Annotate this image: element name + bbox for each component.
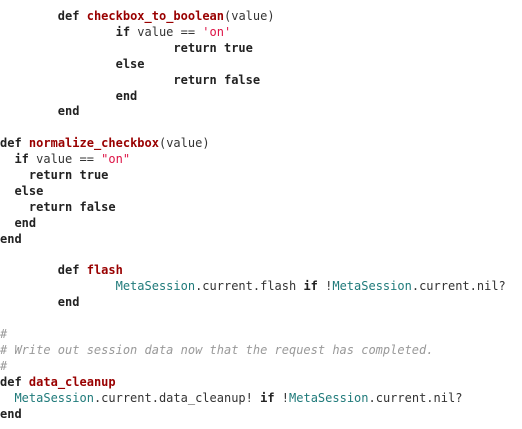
code-token-function-name: checkbox_to_boolean: [86, 9, 224, 23]
code-token-keyword: if: [303, 279, 318, 294]
code-token-identifier: [0, 295, 58, 309]
code-token-identifier: [0, 89, 116, 103]
code-token-identifier: [0, 73, 173, 87]
code-token-identifier: [0, 9, 58, 23]
code-token-keyword: if: [260, 390, 275, 405]
code-token-keyword: return: [173, 40, 217, 55]
code-token-identifier: (value): [224, 9, 275, 23]
code-token-identifier: !: [274, 390, 290, 405]
code-token-identifier: [0, 184, 14, 198]
code-token-identifier: .current.data_cleanup!: [93, 390, 261, 405]
code-token-identifier: [0, 263, 58, 277]
code-token-identifier: !: [317, 279, 333, 294]
code-token-keyword: if: [115, 24, 131, 39]
code-line: def data_cleanup: [0, 374, 116, 390]
code-token-function-name: data_cleanup: [28, 374, 116, 389]
code-token-identifier: [0, 391, 14, 405]
code-token-identifier: [0, 200, 29, 214]
code-line: end: [0, 231, 22, 247]
code-token-keyword: end: [14, 215, 37, 230]
code-token-identifier: .current.nil?: [411, 279, 506, 294]
code-token-keyword: end: [115, 88, 138, 103]
code-line: def flash: [0, 262, 123, 278]
code-line: return true: [0, 40, 253, 56]
code-token-keyword: return: [28, 168, 73, 182]
code-line: #: [0, 326, 7, 342]
code-token-identifier: [72, 168, 79, 182]
code-token-identifier: [0, 25, 116, 39]
code-token-keyword: true: [79, 168, 109, 182]
code-token-identifier: value ==: [130, 24, 203, 39]
code-token-identifier: [217, 73, 224, 87]
code-token-function-name: normalize_checkbox: [28, 136, 159, 151]
code-line: # Write out session data now that the re…: [0, 342, 433, 358]
code-view: def checkbox_to_boolean(value) if value …: [0, 0, 522, 429]
code-token-identifier: .current.nil?: [368, 390, 463, 405]
code-token-identifier: [0, 279, 116, 293]
code-line: if value == 'on': [0, 24, 232, 40]
code-line: else: [0, 56, 145, 72]
code-token-keyword: end: [57, 104, 80, 119]
code-token-identifier: [0, 104, 58, 118]
code-token-identifier: [217, 41, 224, 55]
code-token-keyword: end: [0, 231, 22, 246]
code-token-keyword: if: [14, 152, 29, 167]
code-line: end: [0, 103, 80, 119]
code-token-keyword: def: [57, 9, 80, 23]
code-token-identifier: [79, 9, 86, 23]
code-token-identifier: (value): [158, 136, 210, 151]
code-token-keyword: else: [115, 56, 145, 71]
code-line: end: [0, 294, 80, 310]
code-token-identifier: [0, 168, 29, 182]
code-token-function-name: flash: [86, 263, 123, 278]
code-token-constant: MetaSession: [332, 279, 412, 294]
code-line: #: [0, 358, 7, 374]
code-token-constant: MetaSession: [289, 390, 369, 405]
code-token-string-literal: 'on': [202, 24, 232, 39]
code-line: MetaSession.current.flash if !MetaSessio…: [0, 278, 506, 294]
code-line: def normalize_checkbox(value): [0, 135, 210, 151]
code-line: MetaSession.current.data_cleanup! if !Me…: [0, 390, 462, 406]
code-line: return false: [0, 199, 116, 215]
code-token-string-literal: "on": [101, 152, 131, 167]
code-line: if value == "on": [0, 151, 130, 167]
code-token-keyword: true: [223, 40, 253, 55]
code-token-keyword: def: [0, 136, 22, 151]
code-token-keyword: return: [173, 72, 217, 87]
code-token-identifier: [79, 263, 86, 277]
code-token-identifier: [22, 136, 29, 150]
code-token-identifier: [22, 375, 29, 389]
code-token-keyword: end: [57, 295, 80, 310]
code-line: return true: [0, 167, 109, 183]
code-token-identifier: [0, 152, 14, 166]
code-token-identifier: [0, 57, 116, 71]
code-token-comment: #: [0, 358, 8, 373]
code-token-comment: #: [0, 327, 8, 341]
code-token-identifier: value ==: [28, 152, 102, 167]
code-line: end: [0, 88, 138, 104]
code-line: def checkbox_to_boolean(value): [0, 8, 275, 24]
code-token-keyword: def: [57, 263, 80, 278]
code-token-constant: MetaSession: [115, 279, 196, 294]
code-token-identifier: .current.flash: [195, 279, 304, 294]
code-token-constant: MetaSession: [14, 390, 94, 405]
code-line: return false: [0, 72, 260, 88]
code-token-identifier: [72, 200, 79, 214]
code-token-keyword: false: [79, 199, 116, 214]
code-token-keyword: def: [0, 374, 22, 389]
code-token-keyword: end: [0, 406, 22, 421]
code-line: end: [0, 406, 22, 422]
code-line: else: [0, 183, 43, 199]
code-token-comment: # Write out session data now that the re…: [0, 342, 434, 357]
code-token-keyword: false: [223, 72, 261, 87]
code-token-identifier: [0, 41, 173, 55]
code-token-keyword: return: [28, 199, 73, 214]
code-line: end: [0, 215, 36, 231]
code-token-identifier: [0, 216, 14, 230]
code-token-keyword: else: [14, 183, 44, 198]
